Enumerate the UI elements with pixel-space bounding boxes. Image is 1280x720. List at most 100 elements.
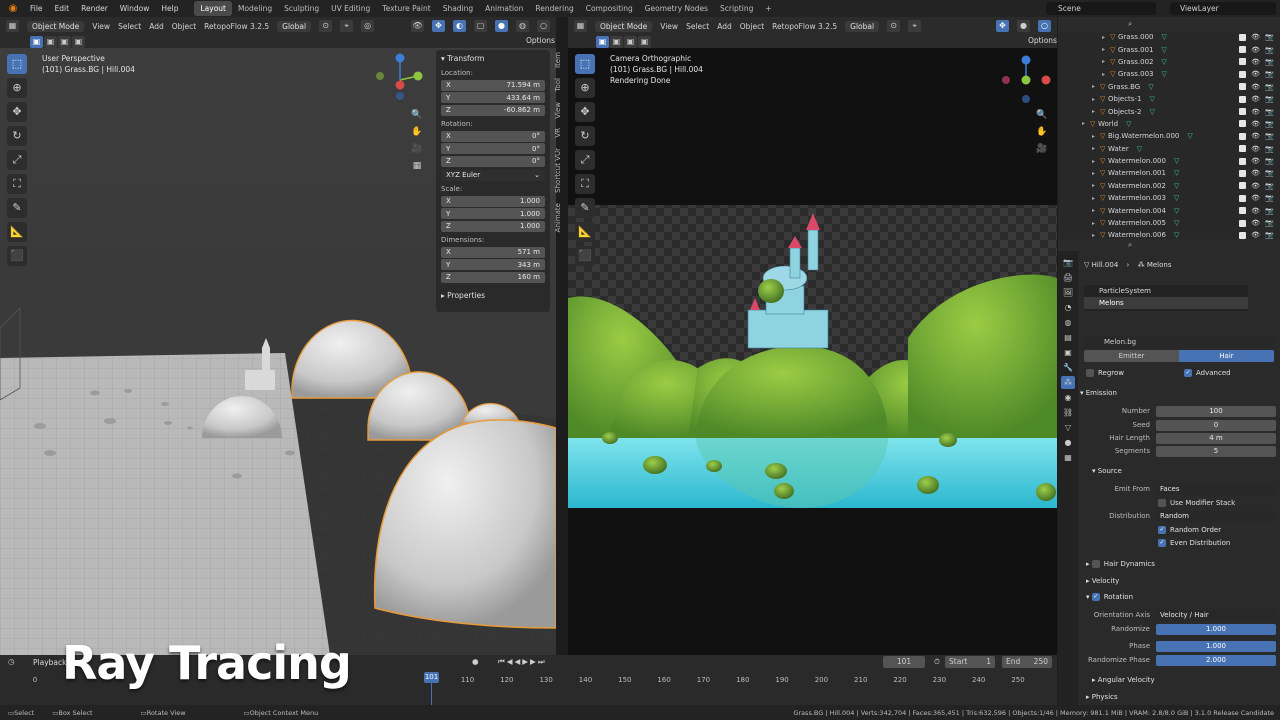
rendered-shading-icon[interactable]: ○	[1038, 20, 1051, 32]
camera-icon[interactable]: 📷	[1265, 194, 1274, 202]
select-menu[interactable]: Select	[118, 22, 141, 31]
exclude-checkbox[interactable]	[1239, 207, 1246, 215]
rendered-shading-icon[interactable]: ○	[537, 20, 550, 32]
eye-icon[interactable]: 👁	[1251, 132, 1260, 140]
expand-arrow-icon[interactable]: ▸	[1102, 71, 1110, 78]
location-y-row[interactable]: Y 433.64 m	[441, 92, 545, 104]
exclude-checkbox[interactable]	[1239, 219, 1246, 227]
angular-velocity-panel-header[interactable]: ▸ Angular Velocity	[1092, 673, 1276, 686]
select-mode-invert-icon[interactable]: ▣	[638, 36, 651, 48]
advanced-checkbox[interactable]: ✓ Advanced	[1184, 366, 1276, 379]
exclude-checkbox[interactable]	[1239, 231, 1246, 239]
camera-icon[interactable]: 📷	[1265, 58, 1274, 66]
expand-arrow-icon[interactable]: ▸	[1102, 46, 1110, 53]
rotation-mode-dropdown[interactable]: XYZ Euler ⌄	[441, 169, 545, 181]
eye-icon[interactable]: 👁	[1251, 169, 1260, 177]
source-panel-header[interactable]: ▾ Source	[1092, 464, 1276, 477]
particle-settings-selector[interactable]: Melon.bg	[1084, 336, 1274, 348]
camera-icon[interactable]: 📷	[1265, 157, 1274, 165]
eye-icon[interactable]: 👁	[1251, 182, 1260, 190]
tab-shading[interactable]: Shading	[437, 1, 479, 16]
object-menu[interactable]: Object	[172, 22, 196, 31]
mode-dropdown[interactable]: Object Mode	[595, 20, 653, 32]
rotate-tool-icon[interactable]: ↻	[7, 126, 27, 146]
exclude-checkbox[interactable]	[1239, 33, 1246, 41]
distribution-dropdown[interactable]: Random	[1156, 510, 1276, 522]
tab-animate[interactable]: Animate	[554, 203, 566, 232]
scene-selector[interactable]: Scene	[1046, 2, 1156, 15]
number-field[interactable]: 100	[1156, 405, 1276, 417]
scale-tool-icon[interactable]: ⤢	[7, 150, 27, 170]
tab-geometry-nodes[interactable]: Geometry Nodes	[639, 1, 714, 16]
tab-animation[interactable]: Animation	[479, 1, 529, 16]
randomize-slider[interactable]: 1.000	[1156, 623, 1276, 635]
rotate-tool-icon[interactable]: ↻	[575, 126, 595, 146]
hair-dynamics-panel-header[interactable]: ▸ Hair Dynamics	[1086, 557, 1276, 570]
exclude-checkbox[interactable]	[1239, 169, 1246, 177]
location-z-row[interactable]: Z -60.862 m	[441, 104, 545, 116]
outliner-row[interactable]: ▸ ▽ Water ▽ 👁 📷	[1058, 143, 1280, 155]
camera-icon[interactable]: 📷	[1265, 132, 1274, 140]
camera-view-icon[interactable]: 🎥	[410, 142, 424, 156]
options-menu-left[interactable]: Options	[526, 36, 555, 45]
outliner-row[interactable]: ▸ ▽ Grass.BG ▽ 👁 📷	[1058, 81, 1280, 93]
modifier-tab-icon[interactable]: 🔧	[1061, 361, 1075, 374]
view-layer-tab-icon[interactable]: 🖼	[1061, 286, 1075, 299]
rotation-x-row[interactable]: X 0°	[441, 130, 545, 142]
add-workspace-button[interactable]: +	[759, 1, 777, 16]
playback-controls[interactable]: ⏮◀◀▶▶⏭	[498, 657, 547, 667]
use-modifier-stack-checkbox[interactable]: Use Modifier Stack	[1158, 496, 1276, 509]
eye-icon[interactable]: 👁	[1251, 46, 1260, 54]
eye-icon[interactable]: 👁	[1251, 157, 1260, 165]
expand-arrow-icon[interactable]: ▸	[1092, 182, 1100, 189]
mode-dropdown[interactable]: Object Mode	[27, 20, 85, 32]
exclude-checkbox[interactable]	[1239, 182, 1246, 190]
eye-icon[interactable]: 👁	[1251, 70, 1260, 78]
eye-icon[interactable]: 👁	[1251, 95, 1260, 103]
tab-uv-editing[interactable]: UV Editing	[325, 1, 376, 16]
outliner-row[interactable]: ▸ ▽ Watermelon.004 ▽ 👁 📷	[1058, 204, 1280, 216]
measure-tool-icon[interactable]: 📐	[7, 222, 27, 242]
exclude-checkbox[interactable]	[1239, 194, 1246, 202]
eye-icon[interactable]: 👁	[1251, 33, 1260, 41]
pan-hand-icon[interactable]: ✋	[410, 125, 424, 139]
checkbox-checked-icon[interactable]: ✓	[1091, 592, 1100, 601]
eye-icon[interactable]: 👁	[1251, 58, 1260, 66]
hair-button[interactable]: Hair	[1179, 350, 1274, 362]
list-item[interactable]: ParticleSystem	[1084, 285, 1248, 297]
outliner-row[interactable]: ▸ ▽ Watermelon.002 ▽ 👁 📷	[1058, 180, 1280, 192]
pan-hand-icon[interactable]: ✋	[1035, 125, 1049, 139]
tab-rendering[interactable]: Rendering	[529, 1, 579, 16]
menu-window[interactable]: Window	[114, 0, 156, 17]
hair-length-field[interactable]: 4 m	[1156, 432, 1276, 444]
gizmo-icon[interactable]: ✥	[432, 20, 445, 32]
material-tab-icon[interactable]: ●	[1061, 436, 1075, 449]
editor-type-icon[interactable]: ▦	[6, 20, 19, 32]
navigation-gizmo-right[interactable]	[1000, 52, 1056, 108]
properties-subpanel[interactable]: ▸ Properties	[441, 291, 545, 300]
outliner-row[interactable]: ▸ ▽ Watermelon.000 ▽ 👁 📷	[1058, 155, 1280, 167]
rotation-y-row[interactable]: Y 0°	[441, 143, 545, 155]
menu-help[interactable]: Help	[155, 0, 184, 17]
camera-icon[interactable]: 📷	[1265, 182, 1274, 190]
exclude-checkbox[interactable]	[1239, 145, 1246, 153]
constraints-tab-icon[interactable]: ⛓	[1061, 406, 1075, 419]
options-menu-right[interactable]: Options	[1028, 36, 1057, 45]
playhead-frame[interactable]: 101	[424, 672, 439, 683]
expand-arrow-icon[interactable]: ▸	[1102, 34, 1110, 41]
outliner-row[interactable]: ▸ ▽ Watermelon.006 ▽ 👁 📷	[1058, 229, 1280, 239]
expand-arrow-icon[interactable]: ▸	[1082, 120, 1090, 127]
camera-icon[interactable]: 📷	[1265, 46, 1274, 54]
expand-arrow-icon[interactable]: ▸	[1092, 207, 1100, 214]
tab-scripting[interactable]: Scripting	[714, 1, 759, 16]
data-tab-icon[interactable]: ▽	[1061, 421, 1075, 434]
menu-file[interactable]: File	[24, 0, 49, 17]
exclude-checkbox[interactable]	[1239, 83, 1246, 91]
pivot-icon[interactable]: ⊙	[319, 20, 333, 32]
tab-item[interactable]: Item	[554, 52, 566, 68]
stopwatch-icon[interactable]: ⏱	[934, 657, 940, 667]
camera-icon[interactable]: 📷	[1265, 145, 1274, 153]
exclude-checkbox[interactable]	[1239, 46, 1246, 54]
outliner-row[interactable]: ▸ ▽ Grass.002 ▽ 👁 📷	[1058, 56, 1280, 68]
expand-arrow-icon[interactable]: ▸	[1092, 170, 1100, 177]
